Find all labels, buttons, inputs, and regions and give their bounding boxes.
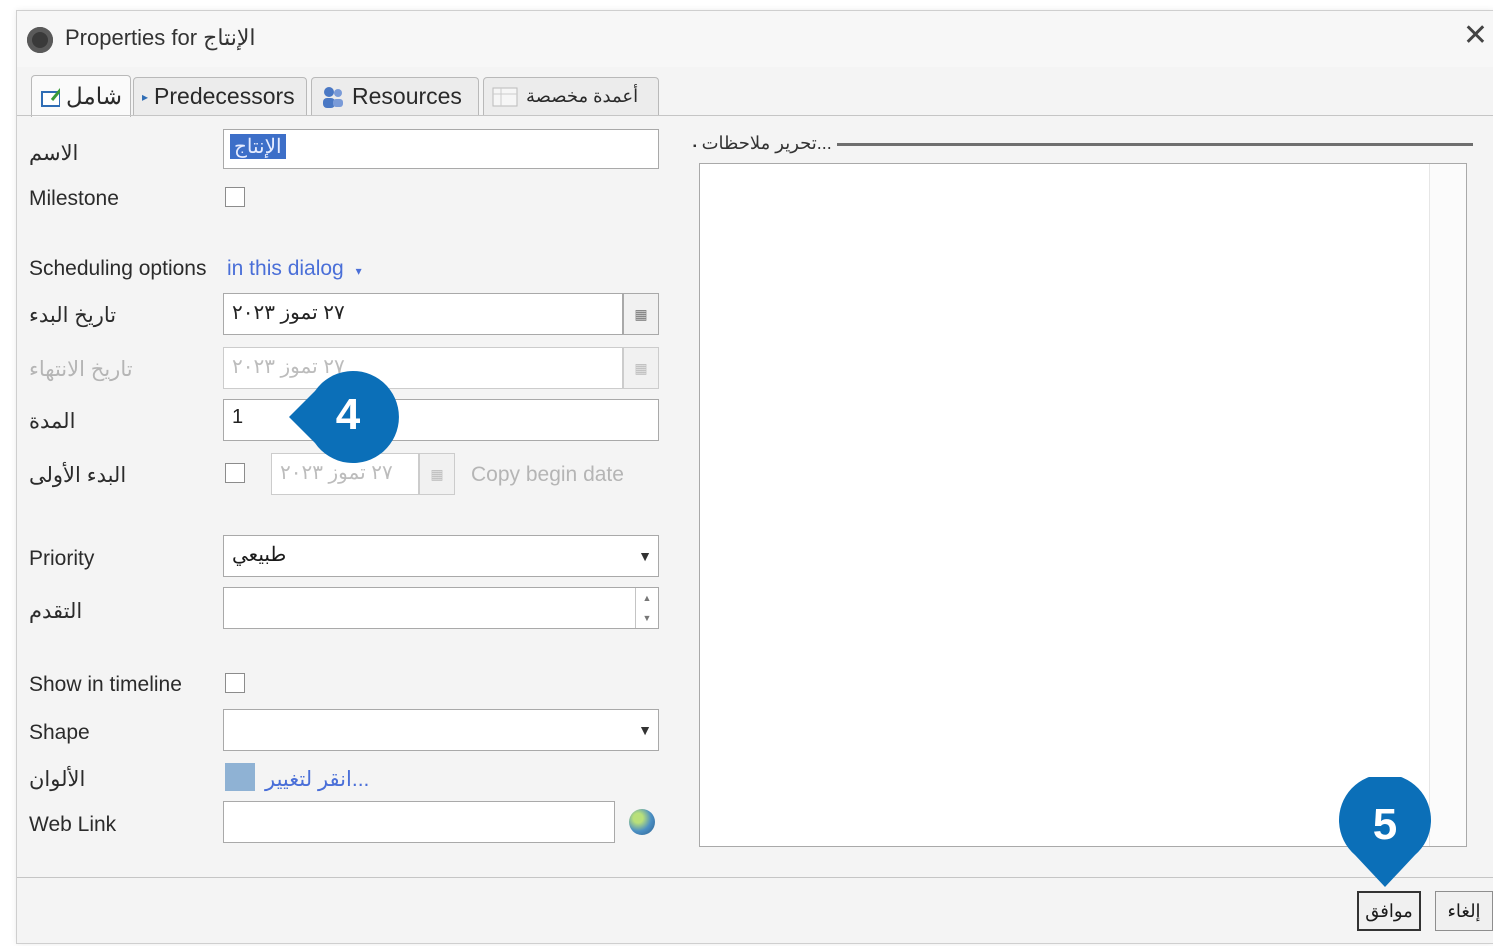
scheduling-options-link[interactable]: in this dialog ▾ (227, 257, 362, 281)
callout-5-number: 5 (1372, 800, 1398, 849)
priority-label: Priority (29, 547, 95, 570)
end-date-label: تاريخ الانتهاء (29, 358, 133, 381)
footer-divider (17, 877, 1493, 878)
calendar-icon: ▦ (634, 305, 648, 322)
window-title: Properties for الإنتاج (65, 25, 256, 50)
tab-label: Predecessors (154, 83, 295, 109)
notes-label-text: تحرير ملاحظات... (701, 133, 832, 153)
show-in-timeline-label: Show in timeline (29, 673, 182, 696)
calendar-icon: ▦ (430, 465, 444, 482)
people-icon (323, 86, 343, 108)
end-date-calendar-button: ▦ (623, 347, 659, 389)
calendar-icon: ▦ (634, 359, 648, 376)
shape-label: Shape (29, 721, 90, 744)
open-web-link-icon[interactable] (629, 809, 655, 835)
spin-down-icon[interactable]: ▼ (643, 613, 652, 623)
notes-textarea[interactable] (699, 163, 1467, 847)
progress-spinner[interactable]: ▲ ▼ (223, 587, 659, 629)
chevron-down-icon: ▼ (638, 722, 652, 738)
app-logo-icon (27, 27, 53, 53)
early-start-checkbox[interactable] (225, 463, 245, 483)
scheduling-link-text: in this dialog (227, 257, 344, 280)
change-color-link[interactable]: انقر لتغيير... (265, 767, 369, 792)
end-date-input: ٢٧ تموز ٢٠٢٣ (223, 347, 623, 389)
callout-5: 5 (1338, 778, 1432, 872)
color-swatch[interactable] (225, 763, 255, 791)
chevron-down-icon: ▼ (638, 548, 652, 564)
web-link-label: Web Link (29, 813, 117, 836)
progress-label: التقدم (29, 600, 83, 623)
callout-4: 4 (301, 368, 395, 462)
priority-dropdown[interactable]: طبيعي ▼ (223, 535, 659, 577)
tab-resources[interactable]: Resources (311, 77, 479, 115)
chevron-down-icon: ▾ (355, 264, 362, 278)
tab-custom-columns[interactable]: أعمدة مخصصة (483, 77, 659, 115)
begin-date-input[interactable]: ٢٧ تموز ٢٠٢٣ (223, 293, 623, 335)
spinner-buttons[interactable]: ▲ ▼ (635, 588, 658, 628)
title-bar: Properties for الإنتاج ✕ (17, 11, 1493, 67)
scheduling-options-label: Scheduling options (29, 257, 207, 280)
web-link-input[interactable] (223, 801, 615, 843)
callout-4-number: 4 (335, 390, 361, 439)
arrow-icon: ▸ (142, 89, 149, 104)
notes-label[interactable]: ▪ تحرير ملاحظات... (693, 133, 832, 154)
copy-begin-date-label: Copy begin date (471, 463, 624, 486)
early-start-calendar-button: ▦ (419, 453, 455, 495)
notes-marker-icon: ▪ (693, 141, 697, 152)
shape-dropdown[interactable]: ▼ (223, 709, 659, 751)
tab-predecessors[interactable]: ▸ Predecessors (133, 77, 307, 115)
milestone-label: Milestone (29, 187, 119, 210)
tab-divider (17, 115, 1493, 116)
ok-button[interactable]: موافق (1357, 891, 1421, 931)
name-selected-text: الإنتاج (230, 134, 286, 159)
early-start-label: البدء الأولى (29, 464, 127, 487)
tab-label: Resources (352, 83, 462, 109)
tab-general[interactable]: شامل (31, 75, 131, 117)
show-in-timeline-checkbox[interactable] (225, 673, 245, 693)
begin-date-calendar-button[interactable]: ▦ (623, 293, 659, 335)
cancel-button[interactable]: إلغاء (1435, 891, 1493, 931)
name-label: الاسم (29, 142, 79, 165)
notes-divider (837, 143, 1473, 146)
notes-scrollbar[interactable] (1429, 164, 1466, 846)
edit-icon (41, 87, 60, 107)
tab-label: شامل (65, 83, 122, 109)
properties-dialog: Properties for الإنتاج ✕ شامل ▸ Predeces… (16, 10, 1493, 944)
close-icon[interactable]: ✕ (1463, 21, 1488, 51)
spin-up-icon[interactable]: ▲ (643, 593, 652, 603)
table-icon (492, 87, 518, 106)
colors-label: الألوان (29, 768, 86, 791)
name-input[interactable]: الإنتاج (223, 129, 659, 169)
priority-value: طبيعي (232, 544, 287, 566)
milestone-checkbox[interactable] (225, 187, 245, 207)
tab-label: أعمدة مخصصة (526, 86, 639, 106)
duration-label: المدة (29, 410, 76, 433)
begin-date-label: تاريخ البدء (29, 304, 117, 327)
